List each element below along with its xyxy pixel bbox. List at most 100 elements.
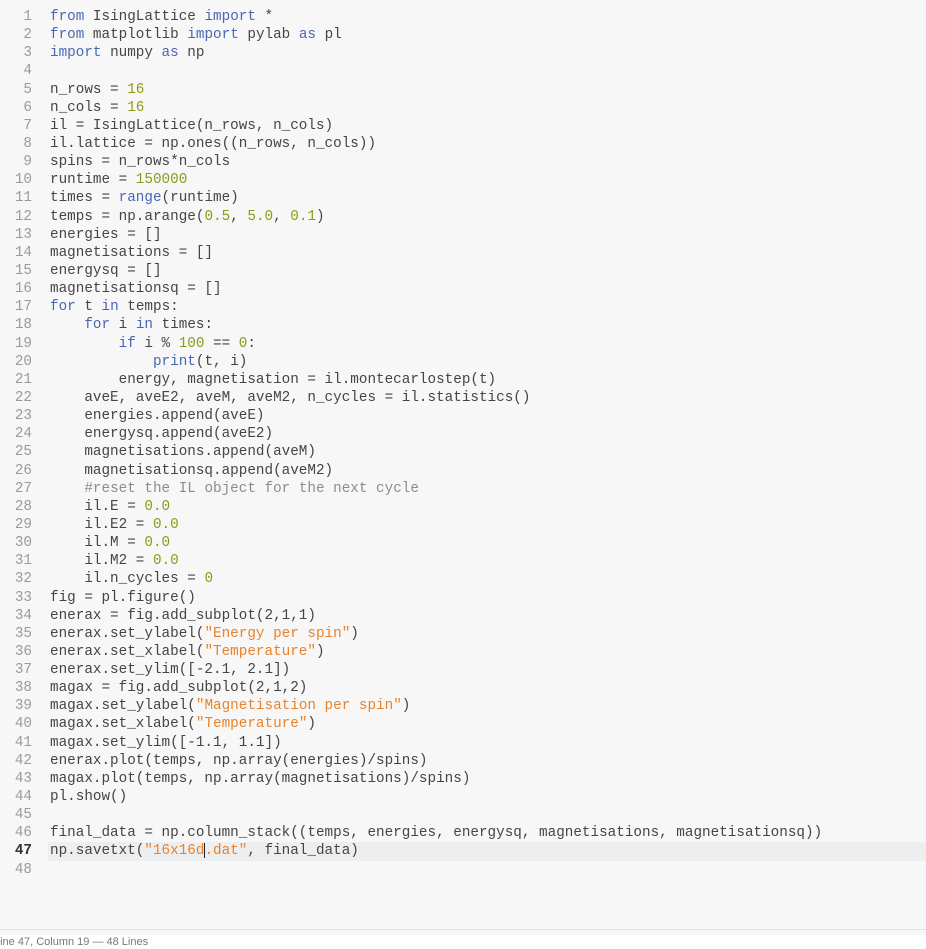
code-line[interactable]: 42 enerax.plot(temps, np.array(energies)/…: [0, 752, 926, 770]
code-line[interactable]: 28 il.E = 0.0: [0, 498, 926, 516]
line-code[interactable]: il.E = 0.0: [48, 498, 926, 516]
status-bar-divider: [0, 929, 926, 930]
code-line[interactable]: 19 if i % 100 == 0:: [0, 335, 926, 353]
line-code[interactable]: magnetisations.append(aveM): [48, 443, 926, 461]
line-code[interactable]: il.M = 0.0: [48, 534, 926, 552]
line-code[interactable]: n_cols = 16: [48, 99, 926, 117]
code-line[interactable]: 13 energies = []: [0, 226, 926, 244]
code-line[interactable]: 33 fig = pl.figure(): [0, 589, 926, 607]
code-token: energies.append(aveE): [50, 408, 265, 425]
line-code[interactable]: pl.show(): [48, 788, 926, 806]
code-line[interactable]: 5 n_rows = 16: [0, 81, 926, 99]
code-line[interactable]: 34 enerax = fig.add_subplot(2,1,1): [0, 607, 926, 625]
code-line[interactable]: 3 import numpy as np: [0, 44, 926, 62]
line-code[interactable]: enerax = fig.add_subplot(2,1,1): [48, 607, 926, 625]
code-line[interactable]: 24 energysq.append(aveE2): [0, 425, 926, 443]
line-code[interactable]: aveE, aveE2, aveM, aveM2, n_cycles = il.…: [48, 389, 926, 407]
line-code[interactable]: energysq.append(aveE2): [48, 425, 926, 443]
line-code[interactable]: runtime = 150000: [48, 171, 926, 189]
code-line[interactable]: 29 il.E2 = 0.0: [0, 516, 926, 534]
line-code[interactable]: import numpy as np: [48, 44, 926, 62]
line-code[interactable]: enerax.set_ylabel("Energy per spin"): [48, 625, 926, 643]
line-code[interactable]: energies.append(aveE): [48, 407, 926, 425]
line-code[interactable]: energysq = []: [48, 262, 926, 280]
line-code[interactable]: spins = n_rows*n_cols: [48, 153, 926, 171]
code-line[interactable]: 21 energy, magnetisation = il.montecarlo…: [0, 371, 926, 389]
code-line[interactable]: 11 times = range(runtime): [0, 189, 926, 207]
code-line[interactable]: 2 from matplotlib import pylab as pl: [0, 26, 926, 44]
code-line[interactable]: 18 for i in times:: [0, 316, 926, 334]
code-line[interactable]: 30 il.M = 0.0: [0, 534, 926, 552]
line-code[interactable]: #reset the IL object for the next cycle: [48, 480, 926, 498]
line-code[interactable]: temps = np.arange(0.5, 5.0, 0.1): [48, 208, 926, 226]
code-line[interactable]: 10 runtime = 150000: [0, 171, 926, 189]
code-line[interactable]: 31 il.M2 = 0.0: [0, 552, 926, 570]
line-code[interactable]: il.n_cycles = 0: [48, 570, 926, 588]
code-line[interactable]: 14 magnetisations = []: [0, 244, 926, 262]
line-code[interactable]: final_data = np.column_stack((temps, ene…: [48, 824, 926, 842]
code-token: 100: [178, 335, 205, 352]
code-line[interactable]: 1 from IsingLattice import *: [0, 8, 926, 26]
line-code[interactable]: magnetisationsq.append(aveM2): [48, 462, 926, 480]
code-line[interactable]: 6 n_cols = 16: [0, 99, 926, 117]
code-line[interactable]: 46 final_data = np.column_stack((temps, e…: [0, 824, 926, 842]
code-line[interactable]: 39 magax.set_ylabel("Magnetisation per sp…: [0, 697, 926, 715]
code-line[interactable]: 38 magax = fig.add_subplot(2,1,2): [0, 679, 926, 697]
line-code[interactable]: magax.set_ylim([-1.1, 1.1]): [48, 734, 926, 752]
line-code[interactable]: enerax.plot(temps, np.array(energies)/sp…: [48, 752, 926, 770]
line-number: 15: [14, 262, 32, 279]
code-line[interactable]: 26 magnetisationsq.append(aveM2): [0, 462, 926, 480]
code-line[interactable]: 47 np.savetxt("16x16d.dat", final_data): [0, 842, 926, 861]
code-line[interactable]: 45: [0, 806, 926, 824]
line-code[interactable]: magax.set_xlabel("Temperature"): [48, 715, 926, 733]
line-number: 27: [14, 480, 32, 497]
line-code[interactable]: energies = []: [48, 226, 926, 244]
code-line[interactable]: 12 temps = np.arange(0.5, 5.0, 0.1): [0, 208, 926, 226]
code-line[interactable]: 4: [0, 62, 926, 80]
code-line[interactable]: 25 magnetisations.append(aveM): [0, 443, 926, 461]
code-line[interactable]: 17 for t in temps:: [0, 298, 926, 316]
code-line[interactable]: 40 magax.set_xlabel("Temperature"): [0, 715, 926, 733]
code-line[interactable]: 22 aveE, aveE2, aveM, aveM2, n_cycles = …: [0, 389, 926, 407]
line-code[interactable]: magax.plot(temps, np.array(magnetisation…: [48, 770, 926, 788]
code-line[interactable]: 8 il.lattice = np.ones((n_rows, n_cols)): [0, 135, 926, 153]
code-token: il.M2 =: [50, 553, 153, 570]
code-line[interactable]: 32 il.n_cycles = 0: [0, 570, 926, 588]
line-code[interactable]: if i % 100 == 0:: [48, 335, 926, 353]
line-code[interactable]: for i in times:: [48, 316, 926, 334]
line-code[interactable]: fig = pl.figure(): [48, 589, 926, 607]
line-code[interactable]: enerax.set_xlabel("Temperature"): [48, 643, 926, 661]
line-code[interactable]: from matplotlib import pylab as pl: [48, 26, 926, 44]
line-code[interactable]: enerax.set_ylim([-2.1, 2.1]): [48, 661, 926, 679]
code-line[interactable]: 44 pl.show(): [0, 788, 926, 806]
line-code[interactable]: il = IsingLattice(n_rows, n_cols): [48, 117, 926, 135]
line-code[interactable]: n_rows = 16: [48, 81, 926, 99]
line-code[interactable]: np.savetxt("16x16d.dat", final_data): [48, 842, 926, 861]
line-code[interactable]: energy, magnetisation = il.montecarloste…: [48, 371, 926, 389]
code-line[interactable]: 36 enerax.set_xlabel("Temperature"): [0, 643, 926, 661]
line-code[interactable]: times = range(runtime): [48, 189, 926, 207]
code-line[interactable]: 7 il = IsingLattice(n_rows, n_cols): [0, 117, 926, 135]
line-code[interactable]: magnetisations = []: [48, 244, 926, 262]
code-line[interactable]: 27 #reset the IL object for the next cyc…: [0, 480, 926, 498]
code-line[interactable]: 16 magnetisationsq = []: [0, 280, 926, 298]
code-line[interactable]: 9 spins = n_rows*n_cols: [0, 153, 926, 171]
code-line[interactable]: 48: [0, 861, 926, 879]
line-code[interactable]: il.lattice = np.ones((n_rows, n_cols)): [48, 135, 926, 153]
code-line[interactable]: 35 enerax.set_ylabel("Energy per spin"): [0, 625, 926, 643]
line-code[interactable]: from IsingLattice import *: [48, 8, 926, 26]
line-code[interactable]: il.E2 = 0.0: [48, 516, 926, 534]
line-code[interactable]: il.M2 = 0.0: [48, 552, 926, 570]
code-line[interactable]: 15 energysq = []: [0, 262, 926, 280]
code-line[interactable]: 43 magax.plot(temps, np.array(magnetisati…: [0, 770, 926, 788]
code-editor[interactable]: 1 from IsingLattice import * 2 from matplot…: [0, 8, 926, 879]
line-code[interactable]: magax = fig.add_subplot(2,1,2): [48, 679, 926, 697]
code-line[interactable]: 23 energies.append(aveE): [0, 407, 926, 425]
line-code[interactable]: magnetisationsq = []: [48, 280, 926, 298]
code-line[interactable]: 37 enerax.set_ylim([-2.1, 2.1]): [0, 661, 926, 679]
code-line[interactable]: 20 print(t, i): [0, 353, 926, 371]
line-code[interactable]: print(t, i): [48, 353, 926, 371]
line-code[interactable]: magax.set_ylabel("Magnetisation per spin…: [48, 697, 926, 715]
code-line[interactable]: 41 magax.set_ylim([-1.1, 1.1]): [0, 734, 926, 752]
line-code[interactable]: for t in temps:: [48, 298, 926, 316]
